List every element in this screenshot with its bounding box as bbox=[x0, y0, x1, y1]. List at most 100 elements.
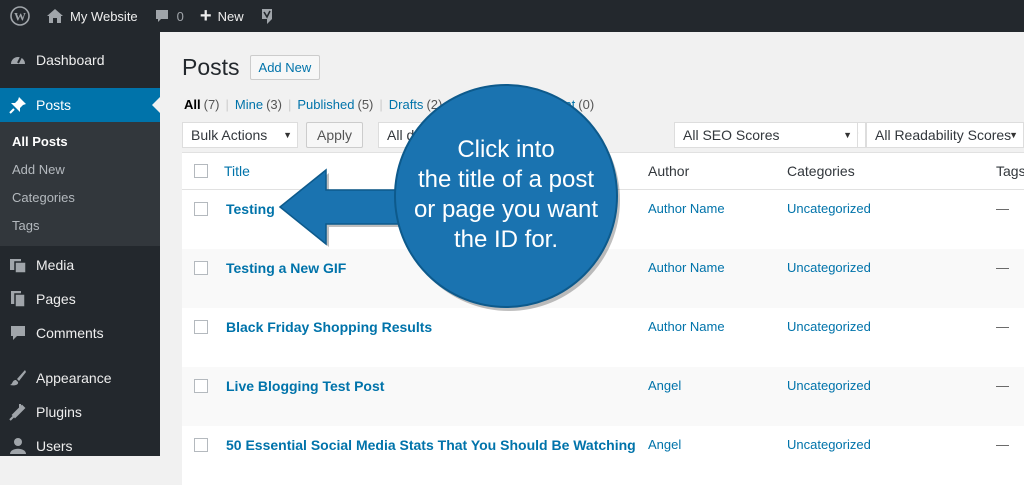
filter-count: (5) bbox=[357, 97, 374, 112]
post-author-link[interactable]: Author Name bbox=[648, 319, 725, 334]
wordpress-icon: W bbox=[10, 6, 30, 26]
admin-bar: W My Website 0 + New bbox=[0, 0, 1024, 32]
column-author: Author bbox=[648, 163, 690, 179]
filter-all[interactable]: All bbox=[184, 97, 201, 112]
menu-dashboard[interactable]: Dashboard bbox=[0, 43, 160, 77]
post-tags: — bbox=[996, 201, 1009, 216]
add-new-button[interactable]: Add New bbox=[249, 55, 321, 80]
submenu-tags[interactable]: Tags bbox=[0, 212, 160, 240]
brush-icon bbox=[8, 368, 28, 388]
separator: | bbox=[448, 97, 452, 112]
comments-count: 0 bbox=[176, 8, 184, 24]
menu-label: Comments bbox=[36, 325, 104, 341]
post-tags: — bbox=[996, 378, 1009, 393]
row-checkbox[interactable] bbox=[194, 379, 208, 393]
menu-label: Appearance bbox=[36, 370, 112, 386]
select-all-checkbox[interactable] bbox=[194, 164, 208, 178]
row-checkbox[interactable] bbox=[194, 438, 208, 452]
column-title[interactable]: Title bbox=[224, 163, 250, 179]
separator: | bbox=[225, 97, 229, 112]
readability-score-select[interactable]: All Readability Scores bbox=[866, 122, 1024, 148]
filter-drafts[interactable]: Drafts bbox=[389, 97, 424, 112]
menu-label: Media bbox=[36, 257, 75, 273]
post-category-link[interactable]: Uncategorized bbox=[787, 260, 871, 275]
dashboard-icon bbox=[8, 50, 28, 70]
filter-count: (7) bbox=[203, 97, 220, 112]
post-category-link[interactable]: Uncategorized bbox=[787, 437, 871, 452]
apply-button[interactable]: Apply bbox=[306, 122, 364, 148]
site-name: My Website bbox=[70, 8, 138, 24]
title-row: Posts Add New bbox=[182, 54, 321, 81]
menu-label: Posts bbox=[36, 97, 72, 113]
menu-comments[interactable]: Comments bbox=[0, 316, 160, 350]
table-row: Black Friday Shopping Results Author Nam… bbox=[182, 308, 1024, 367]
callout-line: or page you want bbox=[413, 196, 599, 223]
post-title-link[interactable]: Testing bbox=[226, 201, 275, 217]
site-name-link[interactable]: My Website bbox=[42, 0, 146, 32]
submenu-categories[interactable]: Categories bbox=[0, 184, 160, 212]
wordpress-logo[interactable]: W bbox=[0, 0, 42, 32]
menu-pages[interactable]: Pages bbox=[0, 282, 160, 316]
comment-bubble-icon bbox=[155, 10, 168, 22]
page-title: Posts bbox=[182, 54, 240, 80]
filter-partial-c[interactable]: C bbox=[458, 97, 467, 112]
post-author-link[interactable]: Angel bbox=[648, 437, 681, 452]
bulk-actions-select[interactable]: Bulk Actions bbox=[182, 122, 298, 148]
post-title-link[interactable]: Testing a New GIF bbox=[226, 260, 346, 276]
row-checkbox[interactable] bbox=[194, 261, 208, 275]
media-icon bbox=[8, 255, 28, 275]
menu-appearance[interactable]: Appearance bbox=[0, 361, 160, 395]
table-row: Testing a New GIF Author Name Uncategori… bbox=[182, 249, 1024, 308]
filter-mine[interactable]: Mine bbox=[235, 97, 263, 112]
pushpin-icon bbox=[8, 95, 28, 115]
post-tags: — bbox=[996, 437, 1009, 452]
post-category-link[interactable]: Uncategorized bbox=[787, 319, 871, 334]
callout-line: the title of a post bbox=[417, 166, 595, 193]
menu-users[interactable]: Users bbox=[0, 429, 160, 463]
seo-score-select[interactable]: All SEO Scores bbox=[674, 122, 858, 148]
callout-line: the ID for. bbox=[453, 226, 559, 253]
menu-label: Pages bbox=[36, 291, 76, 307]
post-author-link[interactable]: Author Name bbox=[648, 201, 725, 216]
post-category-link[interactable]: Uncategorized bbox=[787, 201, 871, 216]
menu-label: Users bbox=[36, 438, 73, 454]
post-author-link[interactable]: Angel bbox=[648, 378, 681, 393]
admin-sidebar: Dashboard Posts All Posts Add New Catego… bbox=[0, 32, 160, 456]
new-label: New bbox=[217, 8, 244, 24]
filter-count: (2) bbox=[426, 97, 443, 112]
post-category-link[interactable]: Uncategorized bbox=[787, 378, 871, 393]
comment-icon bbox=[8, 323, 28, 343]
menu-posts[interactable]: Posts bbox=[0, 88, 160, 122]
submenu-all-posts[interactable]: All Posts bbox=[0, 128, 160, 156]
separator: | bbox=[287, 97, 292, 112]
svg-text:W: W bbox=[14, 10, 26, 24]
pages-icon bbox=[8, 289, 28, 309]
callout-line: Click into bbox=[457, 136, 555, 163]
home-icon bbox=[47, 9, 63, 23]
post-title-link[interactable]: Live Blogging Test Post bbox=[226, 378, 384, 394]
callout-text: Click into the title of a post or page y… bbox=[398, 135, 614, 255]
row-checkbox[interactable] bbox=[194, 320, 208, 334]
menu-label: Plugins bbox=[36, 404, 82, 420]
menu-plugins[interactable]: Plugins bbox=[0, 395, 160, 429]
post-title-link[interactable]: 50 Essential Social Media Stats That You… bbox=[226, 437, 636, 453]
post-author-link[interactable]: Author Name bbox=[648, 260, 725, 275]
menu-label: Dashboard bbox=[36, 52, 105, 68]
menu-media[interactable]: Media bbox=[0, 248, 160, 282]
yoast-link[interactable] bbox=[252, 0, 282, 32]
post-title-link[interactable]: Black Friday Shopping Results bbox=[226, 319, 432, 335]
filter-count: (3) bbox=[266, 97, 282, 112]
filter-cornerstone-content[interactable]: ontent bbox=[539, 97, 575, 112]
plus-icon: + bbox=[199, 5, 212, 27]
row-checkbox[interactable] bbox=[194, 202, 208, 216]
comments-link[interactable]: 0 bbox=[146, 0, 192, 32]
filter-published[interactable]: Published bbox=[297, 97, 354, 112]
posts-submenu: All Posts Add New Categories Tags bbox=[0, 122, 160, 246]
new-content-link[interactable]: + New bbox=[192, 0, 252, 32]
yoast-icon bbox=[261, 9, 272, 24]
user-icon bbox=[8, 436, 28, 456]
post-tags: — bbox=[996, 260, 1009, 275]
filter-count: (0) bbox=[578, 97, 595, 112]
post-status-filters: All (7) | Mine (3) | Published (5) | Drafts… bbox=[184, 97, 594, 112]
submenu-add-new[interactable]: Add New bbox=[0, 156, 160, 184]
